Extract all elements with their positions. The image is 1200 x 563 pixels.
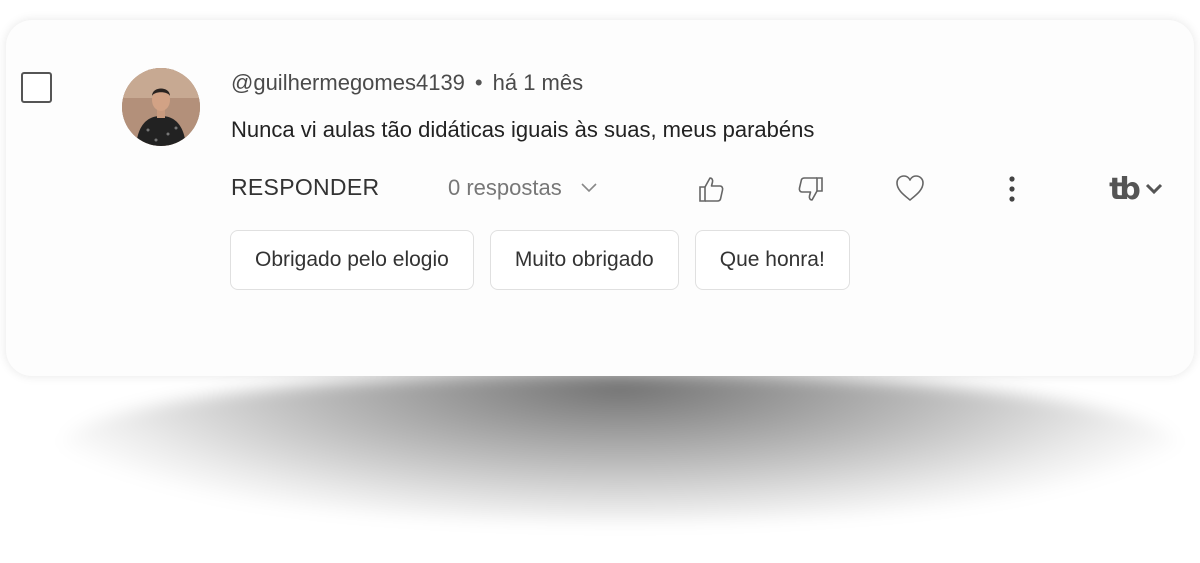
chevron-down-icon [580,182,598,194]
thumbs-down-icon[interactable] [794,172,828,206]
suggested-reply-chip[interactable]: Muito obrigado [489,230,679,290]
reply-button[interactable]: RESPONDER [231,174,379,201]
author-handle[interactable]: @guilhermegomes4139 [231,70,465,95]
card-drop-shadow [60,372,1180,522]
comment-meta: @guilhermegomes4139 • há 1 mês [231,70,583,96]
screenshot-stage: @guilhermegomes4139 • há 1 mês Nunca vi au… [0,0,1200,563]
avatar-photo [122,68,200,146]
chevron-down-icon [1145,183,1163,195]
meta-separator: • [474,70,483,95]
suggested-replies: Obrigado pelo elogio Muito obrigado Que … [230,230,850,290]
comment-card: @guilhermegomes4139 • há 1 mês Nunca vi au… [6,20,1194,376]
comment-timestamp[interactable]: há 1 mês [493,70,584,95]
heart-icon[interactable] [892,171,928,205]
suggested-reply-chip[interactable]: Obrigado pelo elogio [230,230,474,290]
extension-logo: tb [1109,171,1141,207]
thumbs-up-icon[interactable] [694,172,728,206]
replies-toggle[interactable]: 0 respostas [448,175,598,201]
replies-count-label: 0 respostas [448,175,562,200]
comment-text: Nunca vi aulas tão didáticas iguais às s… [231,117,815,142]
more-vertical-icon[interactable] [1002,172,1022,206]
avatar[interactable] [122,68,200,146]
select-comment-checkbox[interactable] [21,72,52,103]
extension-menu-button[interactable]: tb [1100,170,1172,208]
suggested-reply-chip[interactable]: Que honra! [694,230,850,290]
